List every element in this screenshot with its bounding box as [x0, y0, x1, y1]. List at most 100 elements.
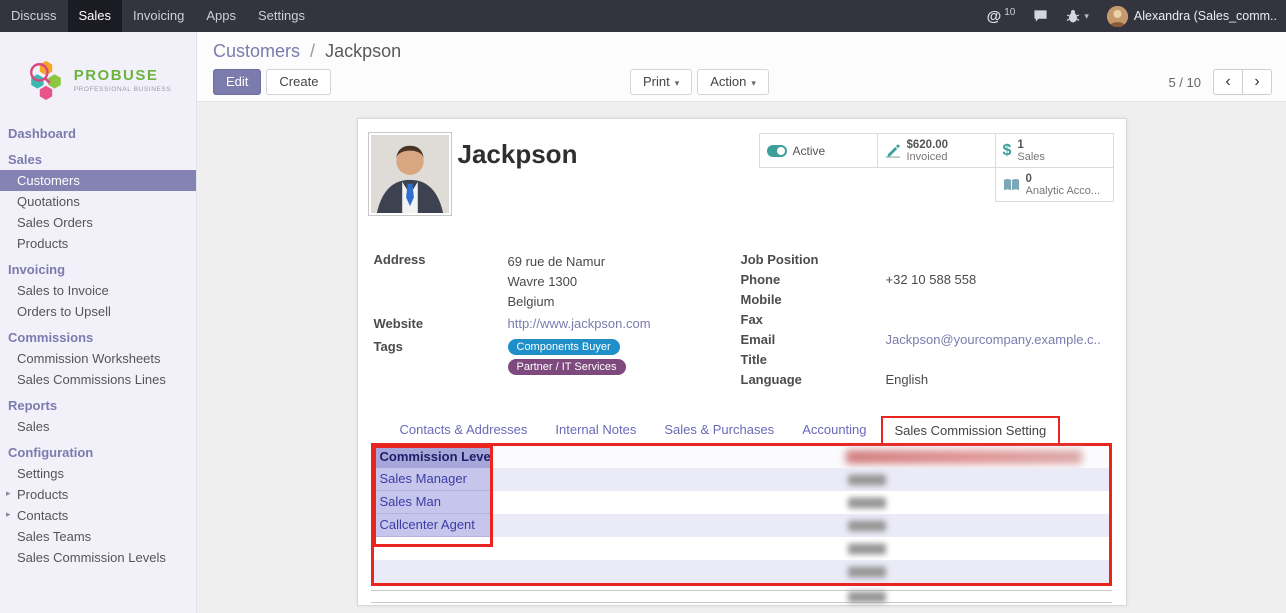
table-row[interactable]: Sales Man	[374, 491, 1109, 514]
sidebar-item-orders-to-upsell[interactable]: Orders to Upsell	[0, 301, 196, 322]
mention-count: 10	[1004, 7, 1015, 18]
sidebar: PROBUSE PROFESSIONAL BUSINESS Dashboard …	[0, 32, 197, 613]
redacted-value-blur	[848, 474, 886, 485]
logo-subtitle: PROFESSIONAL BUSINESS	[74, 86, 172, 93]
address-line: 69 rue de Namur	[508, 252, 606, 272]
tab-accounting[interactable]: Accounting	[788, 415, 880, 444]
pager-previous-button[interactable]: ‹	[1213, 69, 1243, 95]
app-apps[interactable]: Apps	[195, 0, 247, 32]
redacted-value-cell	[493, 491, 1109, 514]
language-label: Language	[741, 372, 886, 388]
website-label: Website	[374, 316, 508, 332]
table-footer-row	[371, 590, 1112, 603]
sales-stat-button[interactable]: $ 1 Sales	[995, 133, 1114, 168]
create-button[interactable]: Create	[266, 69, 331, 95]
redacted-value-blur	[848, 497, 886, 508]
table-row[interactable]: Callcenter Agent	[374, 514, 1109, 537]
systray: @ 10 ▾ Alexandra (Sales_comm..	[978, 0, 1286, 32]
app-invoicing[interactable]: Invoicing	[122, 0, 195, 32]
sidebar-menu: Dashboard Sales Customers Quotations Sal…	[0, 123, 196, 568]
pager-next-button[interactable]: ›	[1242, 69, 1272, 95]
top-navbar: Discuss Sales Invoicing Apps Settings @ …	[0, 0, 1286, 32]
tags-label: Tags	[374, 339, 508, 375]
action-dropdown[interactable]: Action▾	[697, 69, 769, 95]
invoiced-amount: $620.00	[907, 139, 949, 151]
sidebar-item-sales-orders[interactable]: Sales Orders	[0, 212, 196, 233]
sidebar-item-sales-report[interactable]: Sales	[0, 416, 196, 437]
sidebar-item-customers[interactable]: Customers	[0, 170, 196, 191]
pager-buttons: ‹ ›	[1213, 69, 1272, 95]
sidebar-item-sales-commission-levels[interactable]: Sales Commission Levels	[0, 547, 196, 568]
tab-sales-commission-setting[interactable]: Sales Commission Setting	[881, 416, 1061, 445]
probuse-logo: PROBUSE PROFESSIONAL BUSINESS	[0, 32, 196, 118]
field-groups: Address 69 rue de Namur Wavre 1300 Belgi…	[374, 252, 1112, 392]
sidebar-item-commission-worksheets[interactable]: Commission Worksheets	[0, 348, 196, 369]
sidebar-item-sales-commissions-lines[interactable]: Sales Commissions Lines	[0, 369, 196, 390]
sidebar-heading-invoicing[interactable]: Invoicing	[0, 259, 196, 280]
commission-level-header[interactable]: Commission Level	[374, 446, 493, 468]
sidebar-heading-sales[interactable]: Sales	[0, 149, 196, 170]
pager-value: 5 / 10	[1168, 75, 1201, 90]
address-value: 69 rue de Namur Wavre 1300 Belgium	[508, 252, 606, 312]
sidebar-item-contacts[interactable]: ▸Contacts	[0, 505, 196, 526]
tab-sales-purchases[interactable]: Sales & Purchases	[650, 415, 788, 444]
sidebar-heading-reports[interactable]: Reports	[0, 395, 196, 416]
pencil-icon	[885, 143, 901, 159]
debug-menu[interactable]: ▾	[1057, 0, 1098, 32]
tag-components-buyer[interactable]: Components Buyer	[508, 339, 620, 355]
sidebar-item-sales-to-invoice[interactable]: Sales to Invoice	[0, 280, 196, 301]
app-settings[interactable]: Settings	[247, 0, 316, 32]
invoiced-stat-button[interactable]: $620.00 Invoiced	[877, 133, 996, 168]
table-row[interactable]	[374, 537, 1109, 560]
submenu-arrow-icon: ▸	[6, 488, 11, 499]
commission-level-cell[interactable]: Sales Man	[374, 491, 493, 514]
sidebar-item-label: Products	[17, 487, 68, 502]
customer-photo-image	[371, 135, 449, 213]
sidebar-heading-dashboard[interactable]: Dashboard	[0, 123, 196, 144]
sidebar-item-quotations[interactable]: Quotations	[0, 191, 196, 212]
commission-level-cell[interactable]: Sales Manager	[374, 468, 493, 491]
sidebar-heading-commissions[interactable]: Commissions	[0, 327, 196, 348]
language-value: English	[886, 372, 929, 388]
redacted-value-cell	[493, 560, 1109, 583]
bug-icon	[1066, 9, 1080, 23]
mentions-button[interactable]: @ 10	[978, 0, 1025, 32]
analytic-count: 0	[1026, 173, 1101, 185]
breadcrumb-customers[interactable]: Customers	[213, 41, 300, 61]
redacted-value-cell	[493, 468, 1109, 491]
tab-contacts-addresses[interactable]: Contacts & Addresses	[386, 415, 542, 444]
chevron-down-icon: ▾	[751, 78, 756, 88]
customer-photo[interactable]	[368, 132, 452, 216]
messages-button[interactable]	[1024, 0, 1057, 32]
form-sheet: Jackpson Active $620.00 Invoiced	[357, 118, 1127, 606]
app-sales[interactable]: Sales	[68, 0, 123, 32]
stat-buttons: Active $620.00 Invoiced $	[756, 133, 1114, 201]
table-row[interactable]: Sales Manager	[374, 468, 1109, 491]
pager: 5 / 10 ‹ ›	[1168, 69, 1272, 95]
email-label: Email	[741, 332, 886, 348]
tag-partner-it-services[interactable]: Partner / IT Services	[508, 359, 626, 375]
analytic-accounts-stat-button[interactable]: 0 Analytic Acco...	[995, 167, 1114, 202]
active-toggle-icon	[767, 145, 787, 157]
table-row[interactable]	[374, 560, 1109, 583]
field-group-left: Address 69 rue de Namur Wavre 1300 Belgi…	[374, 252, 741, 392]
tab-internal-notes[interactable]: Internal Notes	[541, 415, 650, 444]
sidebar-item-products-config[interactable]: ▸ Products	[0, 484, 196, 505]
phone-value: +32 10 588 558	[886, 272, 977, 288]
field-group-right: Job Position Phone+32 10 588 558 Mobile …	[741, 252, 1112, 392]
form-view: Jackpson Active $620.00 Invoiced	[197, 102, 1286, 613]
user-menu[interactable]: Alexandra (Sales_comm..	[1098, 0, 1286, 32]
sidebar-item-settings[interactable]: Settings	[0, 463, 196, 484]
commission-level-cell[interactable]: Callcenter Agent	[374, 514, 493, 537]
active-toggle-button[interactable]: Active	[759, 133, 878, 168]
sidebar-heading-configuration[interactable]: Configuration	[0, 442, 196, 463]
email-link[interactable]: Jackpson@yourcompany.example.c..	[886, 332, 1101, 348]
chevron-down-icon: ▾	[675, 78, 680, 88]
edit-button[interactable]: Edit	[213, 69, 261, 95]
app-discuss[interactable]: Discuss	[0, 0, 68, 32]
print-dropdown[interactable]: Print▾	[630, 69, 692, 95]
redacted-header-cell	[493, 446, 1109, 468]
website-link[interactable]: http://www.jackpson.com	[508, 316, 651, 332]
sidebar-item-products-sales[interactable]: Products	[0, 233, 196, 254]
sidebar-item-sales-teams[interactable]: Sales Teams	[0, 526, 196, 547]
